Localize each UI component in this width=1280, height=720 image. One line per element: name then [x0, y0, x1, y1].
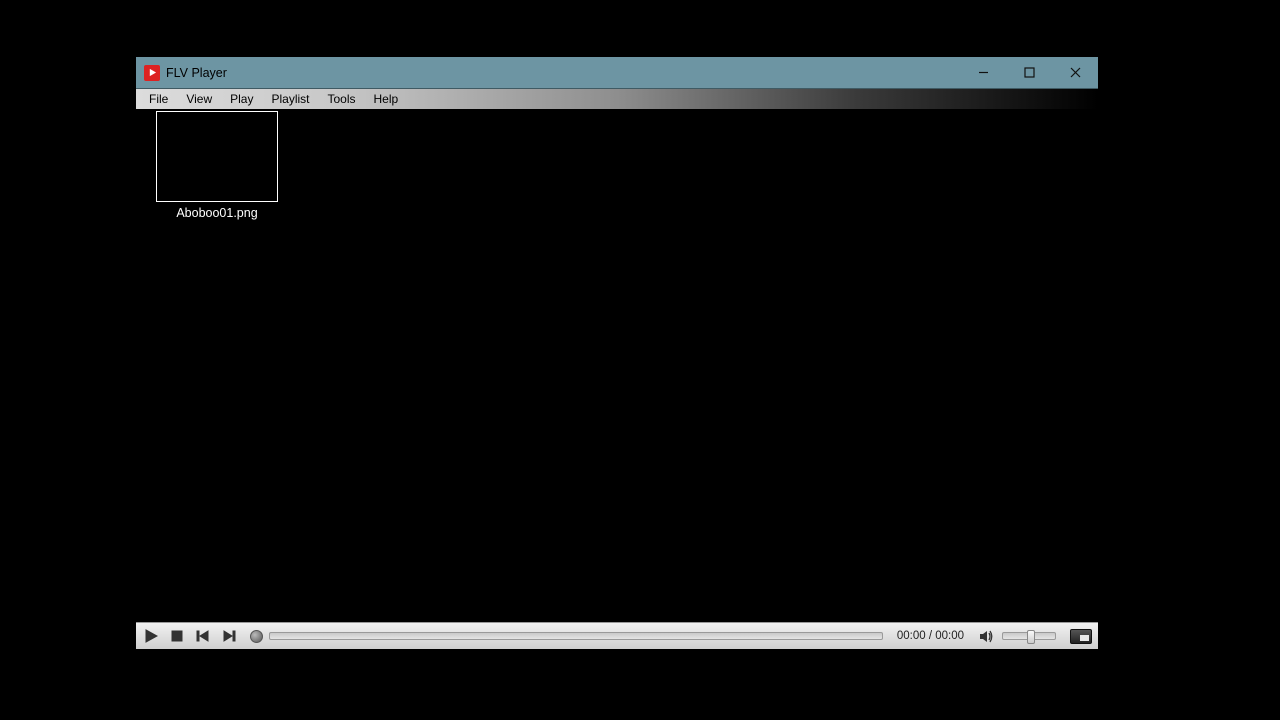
menu-file[interactable]: File: [140, 89, 177, 110]
progress-area: [250, 630, 883, 643]
menu-view[interactable]: View: [177, 89, 221, 110]
previous-button[interactable]: [194, 627, 212, 645]
menu-help[interactable]: Help: [365, 89, 408, 110]
next-button[interactable]: [220, 627, 238, 645]
volume-icon[interactable]: [978, 628, 994, 644]
app-icon: [144, 65, 160, 81]
playlist-thumbnail-item[interactable]: Aboboo01.png: [156, 111, 278, 220]
window-title: FLV Player: [166, 66, 227, 80]
maximize-button[interactable]: [1006, 57, 1052, 88]
app-window: FLV Player File View Play Playlist Tools…: [136, 57, 1098, 649]
stop-button[interactable]: [168, 627, 186, 645]
play-button[interactable]: [142, 627, 160, 645]
volume-slider-thumb[interactable]: [1027, 630, 1035, 644]
volume-slider[interactable]: [1002, 632, 1056, 640]
menu-play[interactable]: Play: [221, 89, 262, 110]
titlebar[interactable]: FLV Player: [136, 57, 1098, 88]
menu-playlist[interactable]: Playlist: [262, 89, 318, 110]
fullscreen-button[interactable]: [1070, 629, 1092, 644]
menu-tools[interactable]: Tools: [319, 89, 365, 110]
minimize-button[interactable]: [960, 57, 1006, 88]
record-indicator-icon[interactable]: [250, 630, 263, 643]
close-button[interactable]: [1052, 57, 1098, 88]
content-area[interactable]: Aboboo01.png: [136, 109, 1098, 622]
control-bar: 00:00 / 00:00: [136, 622, 1098, 649]
thumbnail-filename: Aboboo01.png: [156, 206, 278, 220]
thumbnail-image: [156, 111, 278, 202]
menubar: File View Play Playlist Tools Help: [136, 88, 1098, 109]
seek-slider[interactable]: [269, 632, 883, 640]
time-display: 00:00 / 00:00: [897, 630, 964, 642]
